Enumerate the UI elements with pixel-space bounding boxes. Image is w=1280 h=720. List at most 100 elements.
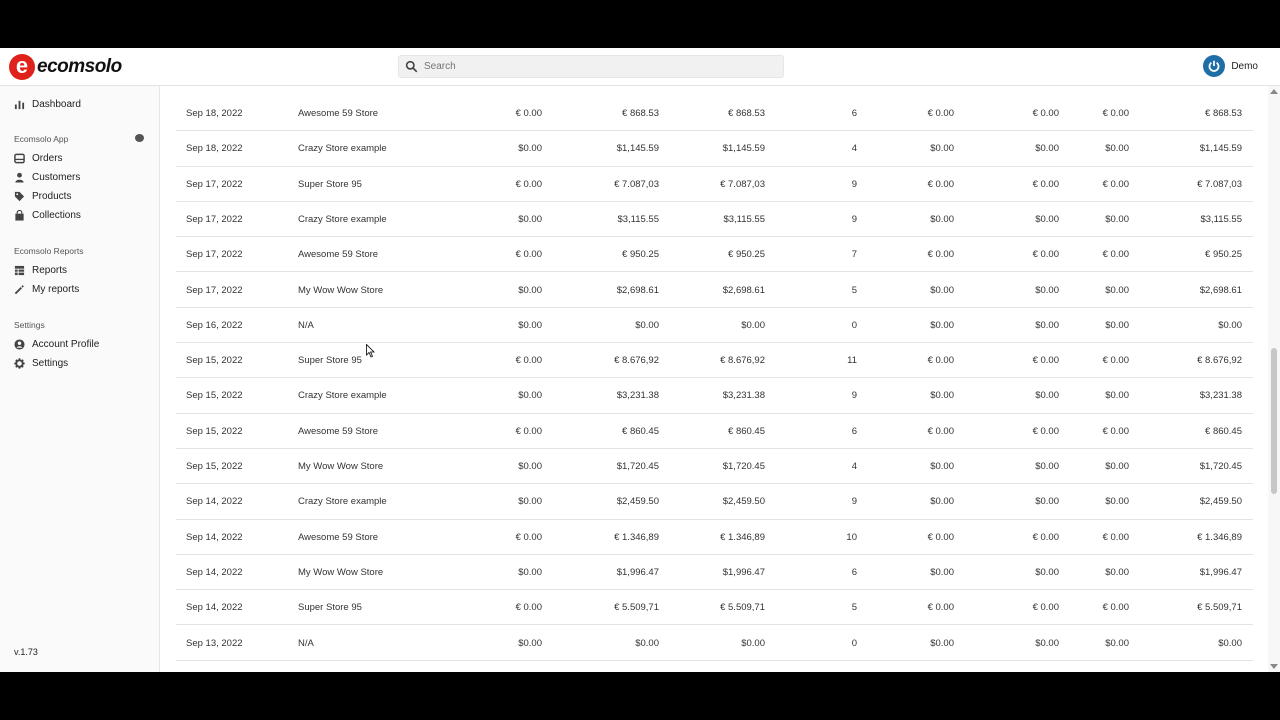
count-cell: 10 <box>846 531 857 543</box>
amount-cell: $0.00 <box>1035 637 1059 649</box>
count-cell: 9 <box>851 390 857 402</box>
scroll-thumb[interactable] <box>1271 348 1277 494</box>
amount-cell: € 0.00 <box>515 531 542 543</box>
amount-cell: € 0.00 <box>1102 355 1129 367</box>
amount-cell: $3,231.38 <box>616 390 659 402</box>
store-cell: Super Store 95 <box>298 178 362 190</box>
table-row[interactable]: Sep 14, 2022 Super Store 95 € 0.00 € 5.509,… <box>176 590 1253 626</box>
user-name: Demo <box>1231 60 1258 72</box>
total-cell: € 950.25 <box>1205 249 1242 261</box>
amount-cell: € 0.00 <box>515 602 542 614</box>
chat-icon[interactable] <box>135 134 144 142</box>
table-row[interactable]: Sep 18, 2022 Awesome 59 Store € 0.00 € 868.… <box>176 96 1253 132</box>
sidebar-item-label: Account Profile <box>32 338 100 350</box>
amount-cell: € 0.00 <box>515 249 542 261</box>
date-cell: Sep 14, 2022 <box>186 566 243 578</box>
amount-cell: $0.00 <box>930 496 954 508</box>
search-bar[interactable] <box>398 55 784 78</box>
table-row[interactable]: Sep 17, 2022 Super Store 95 € 0.00 € 7.087,… <box>176 167 1253 202</box>
sidebar-item-settings[interactable]: Settings <box>14 355 68 371</box>
shopping-bag-icon <box>15 209 24 221</box>
table-row[interactable]: Sep 16, 2022 N/A $0.00 $0.00 $0.00 0 $0.00 $0.0… <box>176 308 1253 344</box>
top-bar: e ecomsolo Demo <box>0 48 1280 86</box>
amount-cell: € 7.087,03 <box>720 178 765 190</box>
mouse-cursor-icon <box>366 344 375 358</box>
user-icon <box>15 172 24 183</box>
store-cell: Crazy Store example <box>298 213 387 225</box>
power-icon[interactable] <box>1203 55 1226 77</box>
amount-cell: € 0.00 <box>515 178 542 190</box>
amount-cell: $3,115.55 <box>723 213 765 225</box>
total-cell: € 868.53 <box>1205 108 1242 119</box>
count-cell: 5 <box>851 284 857 296</box>
scroll-up-arrow[interactable] <box>1270 89 1278 94</box>
amount-cell: € 868.53 <box>622 108 659 119</box>
table-row[interactable]: Sep 18, 2022 Crazy Store example $0.00 $1,1… <box>176 131 1253 167</box>
amount-cell: € 7.087,03 <box>614 178 659 190</box>
total-cell: $0.00 <box>1218 319 1242 331</box>
app-window: e ecomsolo Demo Dashboard Ecomsolo App O… <box>0 48 1280 672</box>
table-row[interactable]: Sep 17, 2022 Awesome 59 Store € 0.00 € 950.… <box>176 237 1253 273</box>
amount-cell: € 950.25 <box>622 249 659 261</box>
sidebar-item-dashboard[interactable]: Dashboard <box>14 96 81 112</box>
date-cell: Sep 17, 2022 <box>186 249 243 261</box>
amount-cell: € 1.346,89 <box>720 531 765 543</box>
date-cell: Sep 15, 2022 <box>186 461 243 472</box>
user-menu[interactable]: Demo <box>1203 55 1258 77</box>
sidebar-item-account-profile[interactable]: Account Profile <box>14 336 99 352</box>
magic-wand-icon <box>14 283 25 294</box>
brand-logo[interactable]: e ecomsolo <box>9 54 122 80</box>
sidebar-item-label: Reports <box>32 264 68 276</box>
table-row[interactable]: Sep 15, 2022 Awesome 59 Store € 0.00 € 860.… <box>176 414 1253 449</box>
table-row[interactable]: Sep 17, 2022 Crazy Store example $0.00 $3,1… <box>176 202 1253 238</box>
sidebar-item-products[interactable]: Products <box>14 188 71 204</box>
table-row[interactable]: Sep 14, 2022 Awesome 59 Store € 0.00 € 1.34… <box>176 520 1253 555</box>
total-cell: € 860.45 <box>1205 425 1242 437</box>
sidebar-item-label: My reports <box>32 283 80 295</box>
section-title-reports: Ecomsolo Reports <box>14 246 84 256</box>
sidebar-item-customers[interactable]: Customers <box>14 169 80 185</box>
amount-cell: $0.00 <box>1035 390 1059 402</box>
sidebar-item-label: Dashboard <box>32 98 81 110</box>
table-row[interactable]: Sep 15, 2022 Super Store 95 € 0.00 € 8.676,… <box>176 343 1253 379</box>
amount-cell: $0.00 <box>930 213 954 225</box>
table-row[interactable]: Sep 13, 2022 N/A $0.00 $0.00 $0.00 0 $0.00 $0.0… <box>176 626 1253 661</box>
table-row[interactable]: Sep 14, 2022 Crazy Store example $0.00 $2,4… <box>176 484 1253 520</box>
amount-cell: $0.00 <box>1035 319 1059 331</box>
store-cell: Crazy Store example <box>298 496 387 508</box>
table-row[interactable]: Sep 17, 2022 My Wow Wow Store $0.00 $2,698.… <box>176 273 1253 308</box>
amount-cell: $0.00 <box>1035 284 1059 296</box>
count-cell: 6 <box>851 425 857 437</box>
total-cell: $3,115.55 <box>1200 213 1242 225</box>
vertical-scrollbar[interactable] <box>1268 86 1280 672</box>
count-cell: 11 <box>847 355 857 367</box>
scroll-down-arrow[interactable] <box>1270 664 1278 669</box>
sidebar: Dashboard Ecomsolo App Orders Customers … <box>0 86 160 672</box>
amount-cell: € 868.53 <box>728 108 765 119</box>
table-row[interactable]: Sep 15, 2022 My Wow Wow Store $0.00 $1,720.… <box>176 449 1253 485</box>
amount-cell: $0.00 <box>930 461 954 472</box>
amount-cell: € 0.00 <box>515 425 542 437</box>
sidebar-item-reports[interactable]: Reports <box>14 262 67 278</box>
amount-cell: € 0.00 <box>515 108 542 119</box>
count-cell: 6 <box>851 566 857 578</box>
amount-cell: € 8.676,92 <box>614 355 659 367</box>
amount-cell: € 860.45 <box>622 425 659 437</box>
total-cell: $2,698.61 <box>1199 284 1242 296</box>
sidebar-item-label: Orders <box>32 152 63 164</box>
table-row[interactable]: Sep 15, 2022 Crazy Store example $0.00 $3,2… <box>176 378 1253 414</box>
search-input[interactable] <box>424 61 764 72</box>
amount-cell: $2,698.61 <box>616 284 659 296</box>
amount-cell: $0.00 <box>518 637 542 649</box>
store-cell: Awesome 59 Store <box>298 531 379 543</box>
table-row[interactable]: Sep 14, 2022 My Wow Wow Store $0.00 $1,996.… <box>176 555 1253 591</box>
sidebar-item-orders[interactable]: Orders <box>14 150 63 166</box>
sidebar-item-collections[interactable]: Collections <box>14 207 81 223</box>
amount-cell: € 0.00 <box>927 355 954 367</box>
sidebar-item-my-reports[interactable]: My reports <box>14 281 79 297</box>
amount-cell: € 0.00 <box>1102 178 1129 190</box>
amount-cell: $2,698.61 <box>722 284 765 296</box>
count-cell: 4 <box>851 143 857 155</box>
amount-cell: $0.00 <box>1105 390 1129 402</box>
count-cell: 4 <box>851 461 857 472</box>
